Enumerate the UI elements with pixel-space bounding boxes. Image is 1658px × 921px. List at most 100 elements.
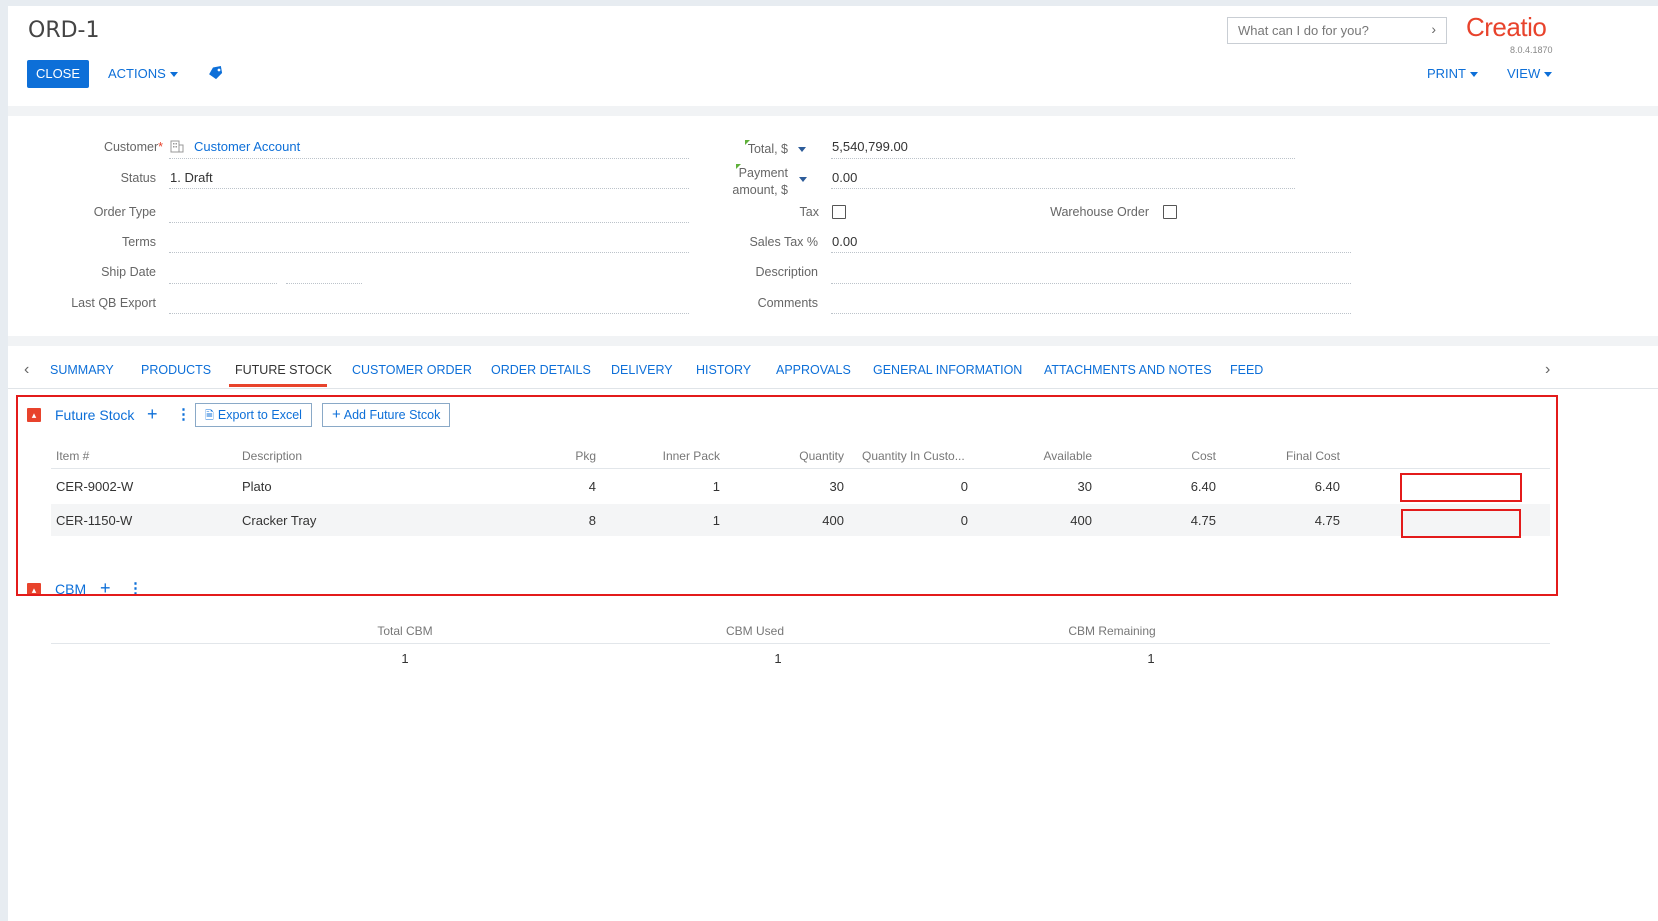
comments-field[interactable] [831,313,1351,314]
cell-final-cost: 6.40 [1314,479,1340,494]
customer-underline [169,158,689,159]
cell-quantity-in-customer: 0 [960,479,968,494]
header-divider [51,468,1550,469]
ship-time-field[interactable] [286,283,362,284]
cell-item: CER-1150-W [56,513,133,528]
column-header-description[interactable]: Description [242,449,302,463]
building-icon [170,140,184,156]
cell-total-cbm: 1 [401,651,409,666]
tab-summary[interactable]: SUMMARY [50,363,114,377]
cell-cbm-used: 1 [774,651,782,666]
cell-quantity: 30 [829,479,844,494]
status-field[interactable]: 1. Draft [170,170,213,185]
tab-order-details[interactable]: ORDER DETAILS [491,363,591,377]
column-header-cbm-remaining[interactable]: CBM Remaining [1037,624,1187,638]
close-button[interactable]: CLOSE [27,60,89,88]
add-future-stock-button[interactable]: + Add Future Stcok [322,403,451,427]
cell-inner-pack: 1 [712,513,720,528]
order-type-label: Order Type [93,205,156,219]
sales-tax-underline [831,252,1351,253]
warehouse-order-label: Warehouse Order [1050,205,1149,219]
column-header-total-cbm[interactable]: Total CBM [330,624,480,638]
chevron-down-icon[interactable] [798,147,806,152]
more-options-icon[interactable]: ⋮ [128,580,143,594]
order-type-field[interactable] [169,222,689,223]
cell-cost: 4.75 [1190,513,1216,528]
chevron-right-icon[interactable]: › [1431,21,1436,37]
column-header-quantity-in-customer[interactable]: Quantity In Custo... [862,449,965,463]
payment-label-2: amount, $ [732,183,788,197]
tab-products[interactable]: PRODUCTS [141,363,211,377]
cell-quantity: 400 [822,513,844,528]
tab-future-stock[interactable]: FUTURE STOCK [235,363,332,377]
tab-attachments-and-notes[interactable]: ATTACHMENTS AND NOTES [1044,363,1212,377]
ship-date-field[interactable] [169,283,277,284]
column-header-cbm-used[interactable]: CBM Used [680,624,830,638]
add-icon[interactable]: + [147,405,158,423]
chevron-down-icon[interactable] [799,177,807,182]
search-placeholder: What can I do for you? [1238,23,1369,38]
view-button[interactable]: VIEW [1507,60,1553,88]
actions-button[interactable]: ACTIONS [108,60,178,88]
collapse-icon[interactable]: ▴ [27,583,41,594]
cell-description: Plato [242,479,272,494]
tab-divider [8,388,1658,389]
tab-delivery[interactable]: DELIVERY [611,363,673,377]
more-options-icon[interactable]: ⋮ [176,405,191,423]
terms-label: Terms [121,235,156,249]
total-underline [831,158,1295,159]
column-header-available[interactable]: Available [1012,449,1092,463]
export-to-excel-button[interactable]: 🗎 Export to Excel [195,403,312,427]
print-label: PRINT [1427,66,1466,81]
tab-general-information[interactable]: GENERAL INFORMATION [873,363,1022,377]
chevron-right-icon[interactable]: › [1545,361,1550,379]
view-label: VIEW [1507,66,1541,81]
cell-inner-pack: 1 [712,479,720,494]
cell-cbm-remaining: 1 [1147,651,1155,666]
payment-field[interactable]: 0.00 [832,170,857,185]
collapse-icon[interactable]: ▴ [27,408,41,422]
tax-label: Tax [799,205,819,219]
column-header-final-cost[interactable]: Final Cost [1240,449,1340,463]
total-field[interactable]: 5,540,799.00 [832,139,908,154]
last-qb-export-field[interactable] [169,313,689,314]
column-header-item[interactable]: Item # [56,449,89,463]
print-button[interactable]: PRINT [1427,60,1478,88]
highlight-box [1400,473,1522,502]
tab-feed[interactable]: FEED [1230,363,1263,377]
page-title: ORD-1 [28,18,100,43]
cell-available: 400 [1070,513,1092,528]
customer-field[interactable]: Customer Account [194,139,300,154]
cbm-title[interactable]: CBM [55,581,86,594]
comments-label: Comments [757,296,818,310]
sales-tax-field[interactable]: 0.00 [832,234,857,249]
terms-field[interactable] [169,252,689,253]
column-header-cost[interactable]: Cost [1136,449,1216,463]
status-label: Status [120,171,156,185]
column-header-pkg[interactable]: Pkg [546,449,596,463]
tab-history[interactable]: HISTORY [696,363,751,377]
chevron-down-icon [1544,72,1553,78]
payment-underline [831,188,1295,189]
add-future-stock-label: Add Future Stcok [343,408,441,422]
description-field[interactable] [831,283,1351,284]
chevron-down-icon [1470,72,1478,78]
tag-icon[interactable] [208,66,224,83]
tab-customer-order[interactable]: CUSTOMER ORDER [352,363,472,377]
payment-label: Payment [738,166,788,180]
last-qb-export-label: Last QB Export [71,296,156,310]
column-header-quantity[interactable]: Quantity [764,449,844,463]
tab-approvals[interactable]: APPROVALS [776,363,851,377]
add-icon[interactable]: + [100,580,111,594]
chevron-left-icon[interactable]: ‹ [24,361,29,379]
tax-checkbox[interactable] [832,205,846,219]
highlight-box [1401,509,1521,538]
cell-quantity-in-customer: 0 [960,513,968,528]
sales-tax-label: Sales Tax % [749,235,818,249]
column-header-inner-pack[interactable]: Inner Pack [640,449,720,463]
warehouse-order-checkbox[interactable] [1163,205,1177,219]
search-input[interactable]: What can I do for you? › [1227,17,1447,44]
customer-label: Customer* [103,140,163,154]
future-stock-title[interactable]: Future Stock [55,407,134,423]
left-strip [0,0,8,921]
